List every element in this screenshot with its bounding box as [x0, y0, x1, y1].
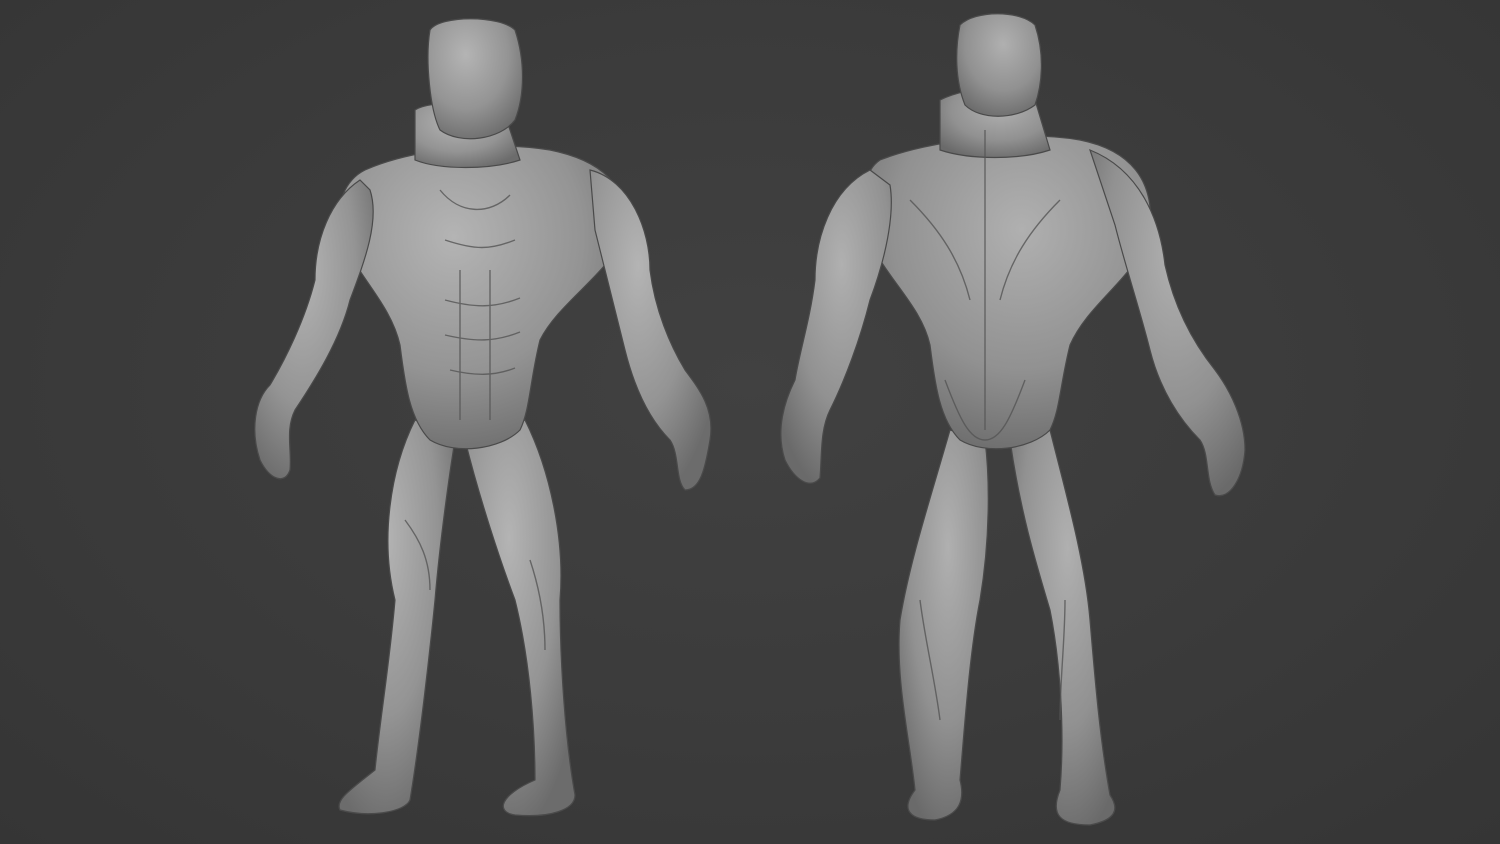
- back-body-model[interactable]: [760, 0, 1290, 844]
- 3d-viewport: [0, 0, 1500, 844]
- back-mesh-overlay: [780, 13, 1246, 826]
- front-mesh-overlay: [254, 18, 712, 817]
- front-body-model[interactable]: [230, 0, 760, 844]
